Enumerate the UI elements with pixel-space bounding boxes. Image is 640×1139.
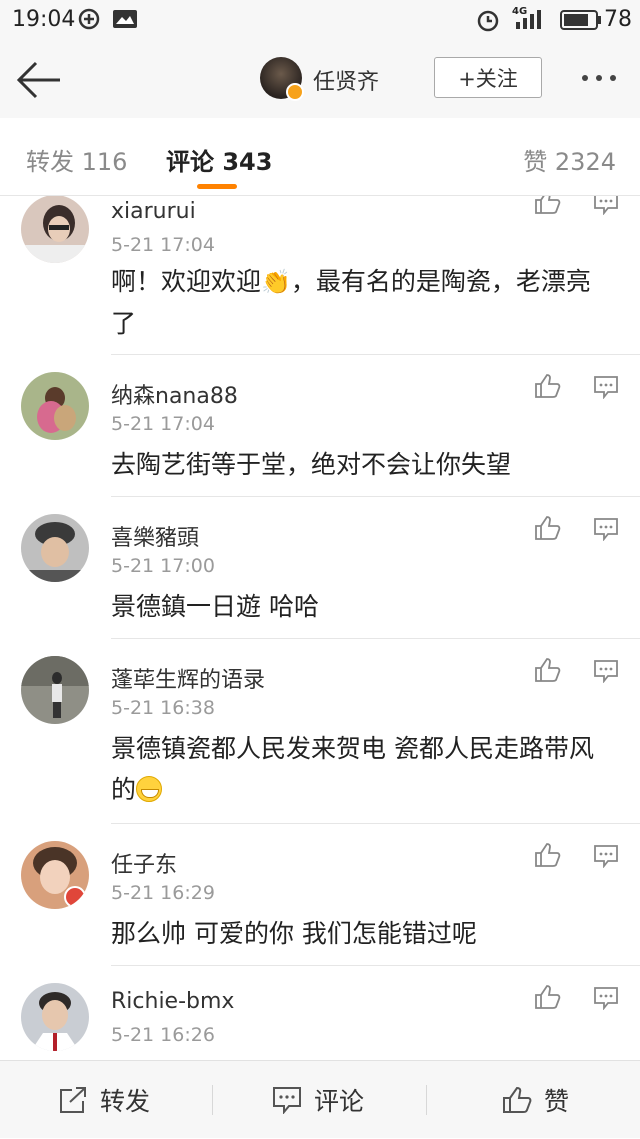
commenter-name[interactable]: 蓬荜生辉的语录 [111,662,265,694]
comment-item: xiarurui 5-21 17:04 啊！欢迎欢迎👏，最有名的是陶瓷，老漂亮了 [0,196,640,355]
status-bar: 19:04 4G 78 [0,0,640,40]
author-name[interactable]: 任贤齐 [313,64,379,96]
commenter-avatar[interactable] [21,841,89,909]
image-icon [113,10,137,28]
commenter-name[interactable]: 纳森nana88 [111,378,238,410]
toolbar-divider [212,1085,213,1115]
comment-list[interactable]: xiarurui 5-21 17:04 啊！欢迎欢迎👏，最有名的是陶瓷，老漂亮了… [0,196,640,1060]
tab-bar: 转发 116 评论 343 赞 2324 [0,118,640,196]
comment-time: 5-21 17:00 [111,555,215,577]
comment-icon [273,1087,301,1114]
reply-icon[interactable] [593,375,619,399]
back-arrow-icon[interactable] [14,60,64,100]
like-label: 赞 [544,1087,570,1116]
tab-like[interactable]: 赞 2324 [523,142,616,177]
commenter-name[interactable]: xiarurui [111,199,196,224]
follow-button[interactable]: +关注 [434,57,542,98]
comment-button[interactable]: 评论 [272,1061,364,1139]
signal-icon [516,10,541,29]
commenter-avatar[interactable] [21,372,89,440]
like-icon[interactable] [534,842,562,868]
verified-badge-icon [286,83,304,101]
sync-icon [78,8,100,30]
tab-comment[interactable]: 评论 343 [166,142,272,177]
comment-text: 去陶艺街等于堂，绝对不会让你失望 [111,444,611,485]
comment-time: 5-21 16:29 [111,882,215,904]
bottom-toolbar: 转发 评论 赞 [0,1060,640,1138]
clap-emoji-icon: 👏 [261,268,291,296]
comment-time: 5-21 16:26 [111,1024,215,1046]
comment-item: 纳森nana88 5-21 17:04 去陶艺街等于堂，绝对不会让你失望 [0,355,640,497]
like-icon[interactable] [534,515,562,541]
reply-icon[interactable] [593,986,619,1010]
comment-item: 任子东 5-21 16:29 那么帅 可爱的你 我们怎能错过呢 [0,824,640,966]
like-icon[interactable] [534,196,562,215]
comment-text-part: 啊！欢迎欢迎 [111,267,262,296]
toolbar-divider [426,1085,427,1115]
commenter-avatar[interactable] [21,514,89,582]
like-button[interactable]: 赞 [502,1061,569,1139]
commenter-avatar[interactable] [21,983,89,1051]
grin-emoji-icon [136,776,163,802]
reply-icon[interactable] [593,659,619,683]
reply-icon[interactable] [593,844,619,868]
reply-icon[interactable] [593,196,619,215]
comment-text-part: 景德鎮一日遊 哈哈 [111,592,319,621]
more-options-icon[interactable] [578,66,624,86]
battery-icon [560,10,601,30]
commenter-avatar[interactable] [21,656,89,724]
comment-time: 5-21 16:38 [111,697,215,719]
comment-text: 那么帅 可爱的你 我们怎能错过呢 [111,913,611,954]
status-time: 19:04 [12,7,76,32]
battery-level: 78 [604,7,632,32]
comment-text: 景德鎮一日遊 哈哈 [111,586,611,627]
comment-time: 5-21 17:04 [111,413,215,435]
commenter-name[interactable]: 任子东 [111,847,177,879]
commenter-name[interactable]: 喜樂豬頭 [111,520,199,552]
nav-bar: 任贤齐 +关注 [0,40,640,118]
comment-label: 评论 [314,1087,365,1116]
comment-text: 啊！欢迎欢迎👏，最有名的是陶瓷，老漂亮了 [111,261,611,344]
repost-label: 转发 [100,1087,151,1116]
comment-item: 蓬荜生辉的语录 5-21 16:38 景德镇瓷都人民发来贺电 瓷都人民走路带风的 [0,639,640,824]
repost-button[interactable]: 转发 [58,1061,150,1139]
comment-text-part: 那么帅 可爱的你 我们怎能错过呢 [111,919,477,948]
alarm-icon [477,10,499,32]
like-icon[interactable] [534,657,562,683]
tab-repost[interactable]: 转发 116 [26,142,127,177]
comment-item: Richie-bmx 5-21 16:26 [0,966,640,1060]
commenter-name[interactable]: Richie-bmx [111,989,234,1014]
comment-item: 喜樂豬頭 5-21 17:00 景德鎮一日遊 哈哈 [0,497,640,639]
active-tab-indicator [197,184,237,189]
repost-icon [60,1087,86,1113]
comment-text-part: 景德镇瓷都人民发来贺电 瓷都人民走路带风的 [111,734,594,804]
author-avatar[interactable] [260,57,304,101]
commenter-avatar[interactable] [21,196,89,263]
reply-icon[interactable] [593,517,619,541]
thumbs-up-icon [503,1086,532,1113]
comment-text-part: 去陶艺街等于堂，绝对不会让你失望 [111,450,512,479]
like-icon[interactable] [534,373,562,399]
like-icon[interactable] [534,984,562,1010]
comment-time: 5-21 17:04 [111,234,215,256]
comment-text: 景德镇瓷都人民发来贺电 瓷都人民走路带风的 [111,728,611,810]
